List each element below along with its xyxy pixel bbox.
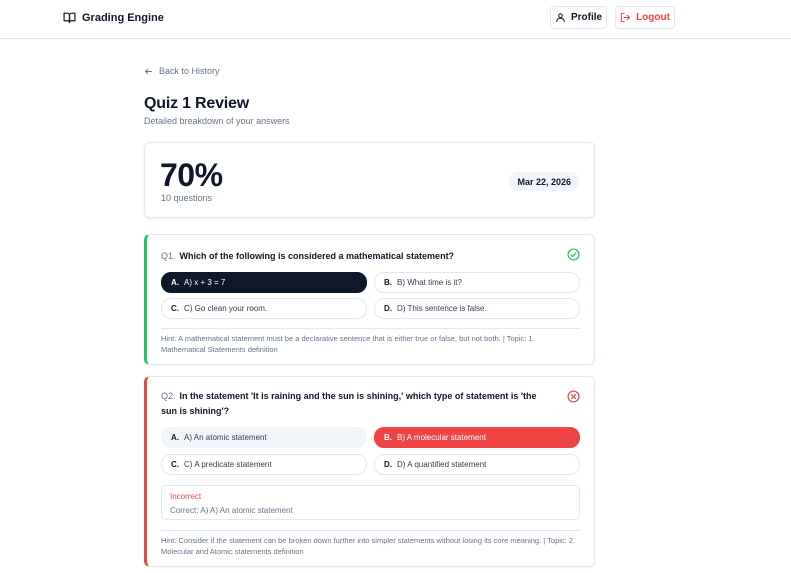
profile-label: Profile [570, 12, 603, 23]
question-card-1: Q1. Which of the following is considered … [144, 234, 595, 365]
feedback-title: Incorrect [170, 492, 202, 501]
question-count: 10 questions [161, 193, 213, 203]
option-c[interactable]: C. C) A predicate statement [161, 454, 367, 475]
option-letter: B. [384, 433, 392, 442]
option-d[interactable]: D. D) A quantified statement [374, 454, 580, 475]
question-prompt: Which of the following is considered a m… [179, 251, 455, 261]
question-number: Q2. [161, 391, 176, 401]
hint-text: Hint: Consider if the statement can be b… [161, 536, 576, 556]
check-circle-icon [567, 248, 580, 261]
divider [161, 530, 580, 531]
logout-button[interactable]: Logout [615, 6, 675, 29]
brand[interactable]: Grading Engine [63, 11, 164, 24]
divider [161, 328, 580, 329]
option-letter: C. [171, 304, 179, 313]
arrow-left-icon [145, 68, 152, 74]
feedback-correct-answer: Correct: A) A) An atomic statement [170, 506, 293, 515]
navbar: Grading Engine Profile Logout [0, 0, 791, 39]
back-label: Back to History [159, 66, 220, 76]
question-prompt: In the statement 'It is raining and the … [161, 391, 537, 416]
option-text: A) x + 3 = 7 [184, 278, 226, 287]
option-text: D) A quantified statement [397, 460, 487, 469]
option-letter: D. [384, 460, 392, 469]
option-a[interactable]: A. A) x + 3 = 7 [161, 272, 367, 293]
option-c[interactable]: C. C) Go clean your room. [161, 298, 367, 319]
feedback-box: Incorrect Correct: A) A) An atomic state… [161, 485, 580, 520]
question-text: Q2. In the statement 'It is raining and t… [161, 389, 551, 419]
question-card-2: Q2. In the statement 'It is raining and t… [144, 376, 595, 567]
option-d[interactable]: D. D) This sentence is false. [374, 298, 580, 319]
brand-name: Grading Engine [82, 11, 164, 24]
option-a[interactable]: A. A) An atomic statement [161, 427, 367, 448]
option-letter: B. [384, 278, 392, 287]
page-subtitle: Detailed breakdown of your answers [144, 116, 290, 126]
option-text: B) A molecular statement [397, 433, 486, 442]
profile-button[interactable]: Profile [550, 6, 607, 29]
date-badge: Mar 22, 2026 [509, 172, 579, 191]
score-card: 70% 10 questions Mar 22, 2026 [144, 142, 595, 218]
hint-text: Hint: A mathematical statement must be a… [161, 334, 535, 354]
option-letter: C. [171, 460, 179, 469]
option-b[interactable]: B. B) What time is it? [374, 272, 580, 293]
option-letter: A. [171, 278, 179, 287]
back-to-history-link[interactable]: Back to History [144, 66, 220, 76]
page-title: Quiz 1 Review [144, 95, 249, 112]
user-icon [556, 13, 565, 23]
option-text: D) This sentence is false. [397, 304, 487, 313]
logout-label: Logout [636, 12, 670, 23]
x-circle-icon [567, 390, 580, 403]
book-open-icon [63, 12, 76, 23]
logout-icon [620, 12, 631, 23]
option-b[interactable]: B. B) A molecular statement [374, 427, 580, 448]
question-number: Q1. [161, 251, 176, 261]
option-text: C) A predicate statement [184, 460, 272, 469]
option-text: A) An atomic statement [184, 433, 267, 442]
option-text: C) Go clean your room. [184, 304, 268, 313]
question-text: Q1. Which of the following is considered … [161, 249, 551, 264]
option-text: B) What time is it? [397, 278, 462, 287]
option-letter: D. [384, 304, 392, 313]
score-percentage: 70% [160, 157, 223, 193]
option-letter: A. [171, 433, 179, 442]
